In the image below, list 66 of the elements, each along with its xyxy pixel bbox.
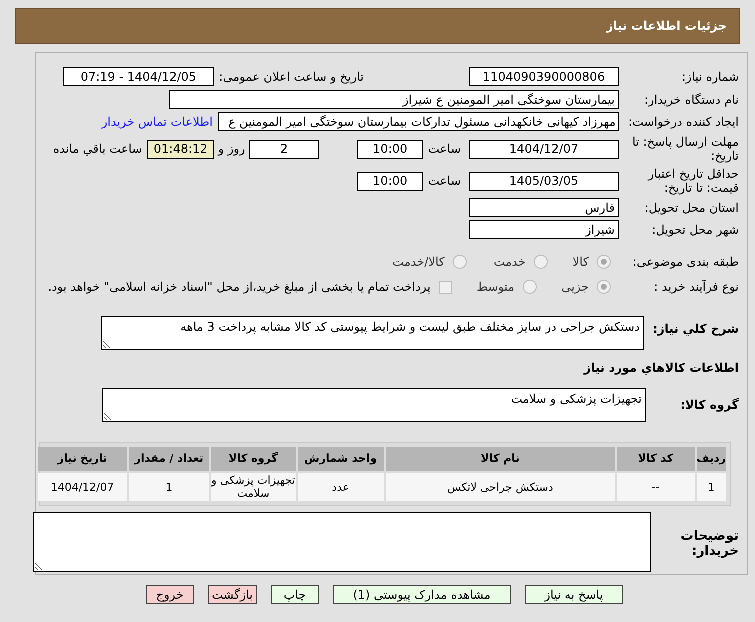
field-label: ایجاد کننده درخواست: bbox=[627, 114, 739, 128]
input-field[interactable]: بیمارستان سوختگی امیر المومنین ع شیراز bbox=[169, 90, 619, 109]
checkbox[interactable] bbox=[438, 280, 452, 294]
table-cell: دستکش جراحی لاتکس bbox=[386, 473, 615, 501]
action-button[interactable]: مشاهده مدارک پیوستی (1) bbox=[333, 585, 511, 604]
radio-button[interactable] bbox=[452, 255, 467, 269]
field-label: تاریخ و ساعت اعلان عمومی: bbox=[219, 68, 364, 86]
table-cell: 1 bbox=[129, 473, 210, 501]
table-cell: عدد bbox=[298, 473, 384, 501]
option-label: کالا/خدمت bbox=[392, 254, 445, 271]
input-field[interactable]: 2 bbox=[249, 140, 320, 158]
input-field[interactable]: شیراز bbox=[469, 220, 619, 239]
field-label: استان محل تحویل: bbox=[644, 200, 739, 214]
field-label: طبقه بندی موضوعی: bbox=[632, 255, 739, 269]
radio-button[interactable] bbox=[534, 255, 548, 269]
input-field[interactable]: 1104090390000806 bbox=[469, 67, 619, 86]
action-button[interactable]: چاپ bbox=[271, 585, 319, 604]
input-field[interactable]: 10:00 bbox=[357, 140, 424, 158]
input-field[interactable]: 1405/03/05 bbox=[469, 172, 619, 190]
input-field[interactable]: فارس bbox=[469, 198, 619, 217]
column-header: تاریخ نیاز bbox=[38, 447, 128, 471]
field-label: نام دستگاه خریدار: bbox=[644, 92, 739, 106]
input-field[interactable]: 1404/12/07 bbox=[469, 140, 619, 158]
option-label: متوسط bbox=[476, 279, 515, 296]
action-button[interactable]: بازگشت bbox=[208, 585, 257, 604]
field-label: ساعت باقي مانده bbox=[53, 141, 142, 158]
goods-group-area[interactable]: تجهیزات پزشکی و سلامت bbox=[102, 388, 646, 422]
column-header: ردیف bbox=[696, 447, 726, 471]
field-label: روز و bbox=[218, 141, 246, 158]
action-button[interactable]: پاسخ به نیاز bbox=[525, 585, 623, 604]
contact-link[interactable]: اطلاعات تماس خریدار bbox=[102, 112, 213, 130]
input-field[interactable]: 01:48:12 bbox=[147, 140, 214, 158]
field-label: شماره نیاز: bbox=[681, 70, 739, 84]
field-label: مهلت ارسال پاسخ: تا تاریخ: bbox=[631, 135, 739, 163]
description-area[interactable]: دستکش جراحی در سایز مختلف طبق لیست و شرایط پیوستی کد کالا مشابه پرداخت 3 ماهه bbox=[101, 316, 644, 350]
column-header: تعداد / مقدار bbox=[129, 447, 210, 471]
radio-button[interactable] bbox=[522, 280, 537, 294]
table-cell: -- bbox=[616, 473, 695, 501]
option-label: کالا bbox=[572, 254, 589, 271]
notice-text: پرداخت تمام یا بخشی از مبلغ خرید،از محل "اسناد خزانه اسلامی" خواهد بود. bbox=[48, 279, 431, 296]
page-title: جزئیات اطلاعات نیاز bbox=[606, 18, 727, 35]
radio-button[interactable] bbox=[597, 280, 611, 294]
field-label: حداقل تاریخ اعتبار قیمت: تا تاریخ: bbox=[646, 167, 739, 195]
column-header: واحد شمارش bbox=[298, 447, 384, 471]
column-header: کد کالا bbox=[616, 447, 695, 471]
table-cell: 1404/12/07 bbox=[38, 473, 128, 501]
radio-button[interactable] bbox=[597, 255, 611, 269]
option-label: خدمت bbox=[494, 254, 526, 271]
field-label: ساعت bbox=[428, 173, 461, 190]
input-field[interactable]: مهرزاد کیهانی خانکهدانی مسئول تداركات بیمارستان سوختگی امیر المومنین ع bbox=[218, 112, 619, 131]
buyer-notes-area[interactable] bbox=[33, 512, 651, 572]
column-header: نام کالا bbox=[386, 447, 615, 471]
field-label: شرح کلي نیاز: bbox=[652, 321, 739, 338]
field-label: نوع فرآیند خرید : bbox=[653, 280, 739, 294]
field-label: شهر محل تحویل: bbox=[651, 222, 739, 236]
input-field[interactable]: 1404/12/05 - 07:19 bbox=[63, 67, 214, 86]
table-cell: تجهیزات پزشکی و سلامت bbox=[211, 473, 296, 501]
section-title: اطلاعات کالاهاي مورد نیاز bbox=[584, 360, 739, 377]
input-field[interactable]: 10:00 bbox=[357, 172, 424, 190]
table-cell: 1 bbox=[696, 473, 726, 501]
field-label: توضیحات خریدار: bbox=[680, 528, 739, 559]
field-label: ساعت bbox=[428, 141, 461, 158]
action-button[interactable]: خروج bbox=[146, 585, 194, 604]
field-label: گروه کالا: bbox=[680, 397, 739, 414]
column-header: گروه کالا bbox=[211, 447, 296, 471]
option-label: جزیی bbox=[562, 279, 589, 296]
